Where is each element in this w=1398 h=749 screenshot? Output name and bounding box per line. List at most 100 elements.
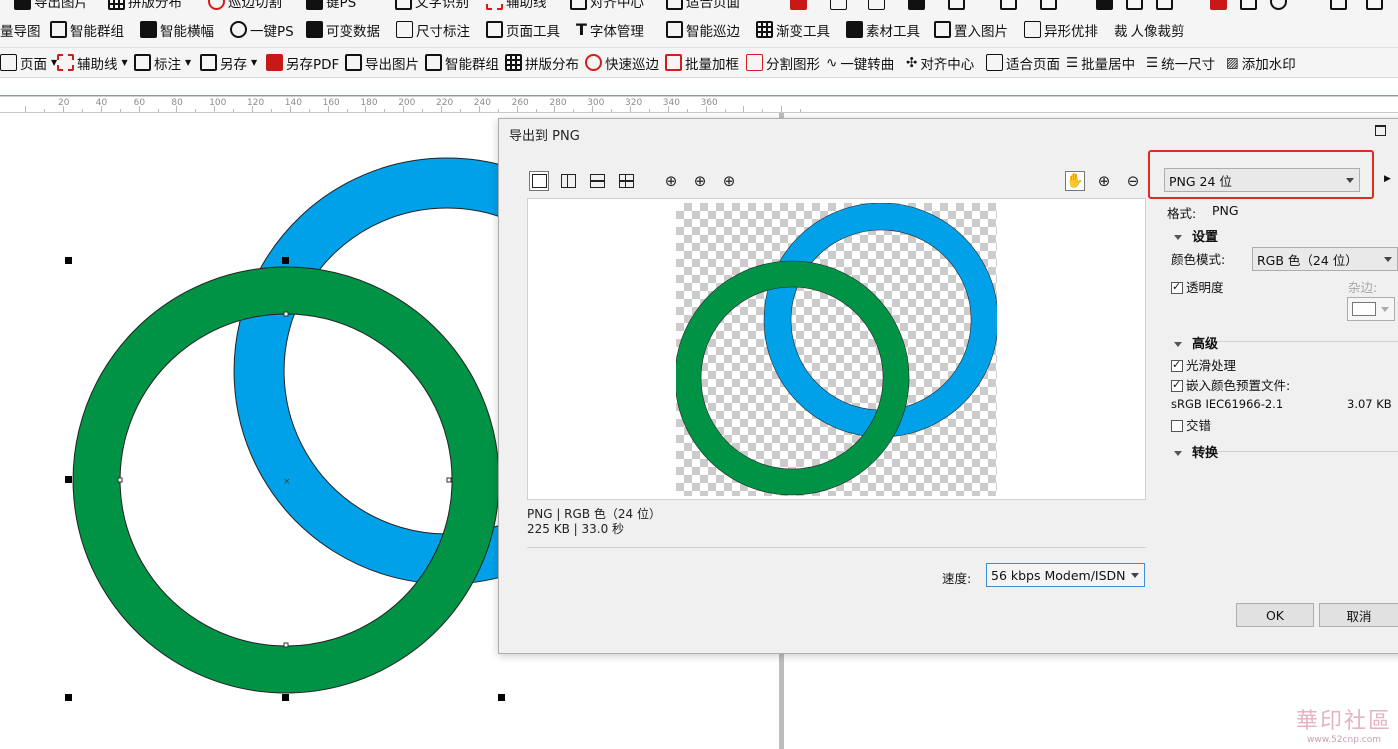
toolbar-icon[interactable] [1000, 0, 1017, 12]
dropdown-arrow-icon: ▼ [185, 58, 192, 67]
toolbar-convert-curves[interactable]: ∿ 一键转曲 [826, 48, 894, 77]
maximize-icon[interactable] [1375, 125, 1386, 136]
toolbar-icon[interactable] [1366, 0, 1383, 12]
toolbar-smart-banner[interactable]: 智能横幅 [140, 12, 214, 47]
toolbar-icon[interactable] [1156, 0, 1173, 12]
toolbar-split-shape[interactable]: 分割图形 [746, 48, 820, 77]
toolbar-icon[interactable] [1330, 0, 1347, 12]
toolbar-place-image[interactable]: 置入图片 [934, 12, 1008, 47]
toolbar-item[interactable]: 导出图片 [14, 0, 88, 12]
ruler-label: 200 [398, 98, 416, 108]
advanced-section-header[interactable]: 高级 [1174, 333, 1218, 352]
toolbar-nesting[interactable]: 异形优排 [1024, 12, 1098, 47]
toolbar-item[interactable]: 拼版分布 [108, 0, 182, 12]
toolbar-mindmap[interactable]: 量导图 [0, 12, 41, 47]
toolbar-icon[interactable] [868, 0, 885, 12]
checkbox-icon [1171, 358, 1183, 372]
toolbar-align-center[interactable]: ✣ 对齐中心 [906, 48, 974, 77]
zoom-out-icon[interactable]: ⊖ [1123, 171, 1143, 191]
tool-icon [948, 0, 965, 10]
ruler-label: 160 [322, 98, 340, 108]
horizontal-ruler[interactable]: 20 40 60 80 100 120 140 160 180 200 220 240 260 280 30… [0, 96, 1398, 113]
toolbar-icon[interactable] [948, 0, 965, 12]
format-label: 格式: [1167, 206, 1197, 221]
ruler-label: 100 [209, 98, 227, 108]
zoom-fit-icon[interactable]: ⊕ [661, 171, 681, 191]
toolbar-icon[interactable] [1240, 0, 1257, 12]
imposition-icon [505, 54, 522, 71]
ocr-icon [395, 0, 412, 10]
expand-panel-icon[interactable]: ▶ [1384, 174, 1391, 184]
toolbar-one-key-ps[interactable]: 一键PS [230, 12, 294, 47]
toolbar-icon[interactable] [1096, 0, 1113, 12]
toolbar-item[interactable]: 辅助线 [486, 0, 547, 12]
toolbar-gradient[interactable]: 渐变工具 [756, 12, 830, 47]
speed-select[interactable]: 56 kbps Modem/ISDN [986, 563, 1145, 587]
site-watermark: 華印社區 www.52cnp.com [1296, 703, 1392, 745]
ok-button[interactable]: OK [1236, 603, 1314, 627]
quad-view-button[interactable] [616, 171, 636, 191]
toolbar-add-watermark[interactable]: ▨ 添加水印 [1226, 48, 1296, 77]
toolbar-page[interactable]: 页面 ▼ [0, 48, 57, 77]
toolbar-smart-group[interactable]: 智能群组 [50, 12, 124, 47]
tool-icon [908, 0, 925, 10]
convert-section-header[interactable]: 转换 [1174, 442, 1218, 461]
color-mode-select[interactable]: RGB 色（24 位） [1252, 247, 1398, 271]
embed-profile-checkbox[interactable]: 嵌入颜色预置文件: [1171, 375, 1290, 394]
ruler-label: 140 [284, 98, 302, 108]
ruler-tick [573, 109, 575, 112]
toolbar-save-as[interactable]: 另存 ▼ [200, 48, 257, 77]
toolbar-export-image[interactable]: 导出图片 [345, 48, 419, 77]
toolbar-batch-frame[interactable]: 批量加框 [665, 48, 739, 77]
toolbar-imposition[interactable]: 拼版分布 [505, 48, 579, 77]
split-vertical-view-button[interactable] [558, 171, 578, 191]
toolbar-batch-center[interactable]: ☰ 批量居中 [1066, 48, 1135, 77]
toolbar-save-pdf[interactable]: 另存PDF [266, 48, 339, 77]
export-preview[interactable] [527, 198, 1146, 500]
curve-icon: ∿ [826, 54, 838, 71]
zoom-100-icon[interactable]: ⊕ [719, 171, 739, 191]
single-view-button[interactable] [529, 171, 549, 191]
preview-info-size: 225 KB | 33.0 秒 [527, 522, 625, 536]
transparency-checkbox[interactable]: 透明度 [1171, 277, 1224, 296]
toolbar-unify-size[interactable]: ☰ 统一尺寸 [1146, 48, 1215, 77]
toolbar-icon[interactable] [1270, 0, 1287, 12]
tool-icon [1210, 0, 1227, 10]
toolbar-icon[interactable] [908, 0, 925, 12]
toolbar-item[interactable]: 对齐中心 [570, 0, 644, 12]
toolbar-quick-contour[interactable]: 快速巡边 [585, 48, 659, 77]
toolbar-item[interactable]: 适合页面 [666, 0, 740, 12]
settings-section-header[interactable]: 设置 [1174, 226, 1218, 245]
matte-color-picker[interactable] [1347, 297, 1395, 321]
toolbar-fit-page[interactable]: 适合页面 [986, 48, 1060, 77]
toolbar-dimension[interactable]: 尺寸标注 [396, 12, 470, 47]
toolbar-smart-contour[interactable]: 智能巡边 [666, 12, 740, 47]
toolbar-variable-data[interactable]: 可变数据 [306, 12, 380, 47]
toolbar-icon[interactable] [1210, 0, 1227, 12]
cancel-button[interactable]: 取消 [1319, 603, 1398, 627]
toolbar-icon[interactable] [790, 0, 807, 12]
toolbar-item[interactable]: 文字识别 [395, 0, 469, 12]
toolbar-icon[interactable] [1040, 0, 1057, 12]
toolbar-icon[interactable] [1126, 0, 1143, 12]
collapse-arrow-icon [1174, 451, 1182, 456]
toolbar-page-tools[interactable]: 页面工具 [486, 12, 560, 47]
toolbar-smart-group[interactable]: 智能群组 [425, 48, 499, 77]
toolbar-icon[interactable] [830, 0, 847, 12]
toolbar-assets[interactable]: 素材工具 [846, 12, 920, 47]
zoom-1to1-icon[interactable]: ⊕ [690, 171, 710, 191]
split-horizontal-view-button[interactable] [587, 171, 607, 191]
ruler-tick [781, 106, 783, 112]
page-icon [0, 54, 17, 71]
toolbar-font-manager[interactable]: T 字体管理 [576, 12, 644, 47]
interlace-checkbox[interactable]: 交错 [1171, 415, 1211, 434]
zoom-in-icon[interactable]: ⊕ [1094, 171, 1114, 191]
dialog-title: 导出到 PNG [509, 129, 580, 144]
toolbar-guides[interactable]: 辅助线 ▼ [57, 48, 128, 77]
toolbar-item[interactable]: 键PS [306, 0, 356, 12]
toolbar-annotate[interactable]: 标注 ▼ [134, 48, 191, 77]
toolbar-portrait-crop[interactable]: 裁人像裁剪 [1114, 12, 1185, 47]
toolbar-item[interactable]: 巡边切割 [208, 0, 282, 12]
smoothing-checkbox[interactable]: 光滑处理 [1171, 355, 1236, 374]
pan-hand-button[interactable]: ✋ [1065, 171, 1085, 191]
